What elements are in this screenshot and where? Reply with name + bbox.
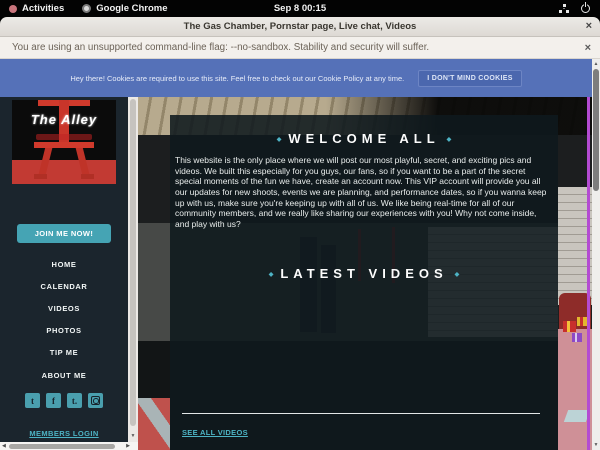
diamond-icon: ◆ [448,272,467,278]
sidebar-item-photos[interactable]: PHOTOS [0,320,128,342]
welcome-paragraph: This website is the only place where we … [175,155,552,229]
sidebar-item-about-me[interactable]: ABOUT ME [0,364,128,386]
site-logo[interactable]: The Alley [12,100,116,184]
window-titlebar[interactable]: The Gas Chamber, Pornstar page, Live cha… [0,17,600,37]
sidebar-item-home[interactable]: HOME [0,253,128,275]
logo-red-floor [12,160,116,184]
unsupported-flag-infobar: You are using an unsupported command-lin… [0,37,600,59]
sidebar-item-tip-me[interactable]: TIP ME [0,342,128,364]
instagram-icon[interactable] [88,393,103,408]
webpage: ◆WELCOME ALL◆ This website is the only p… [0,97,592,450]
activities-icon [9,5,17,13]
welcome-heading: ◆WELCOME ALL◆ [170,131,558,146]
activities-button[interactable]: Activities [0,0,73,17]
latest-videos-heading: ◆LATEST VIDEOS◆ [170,266,558,281]
browser-scroll-thumb[interactable] [593,69,599,191]
scroll-down-icon[interactable]: ▼ [128,433,138,439]
see-all-videos-link[interactable]: SEE ALL VIDEOS [182,428,248,437]
infobar-message: You are using an unsupported command-lin… [12,42,429,53]
app-menu-google-chrome[interactable]: Google Chrome [73,0,176,17]
desktop-screen: Activities Google Chrome Sep 8 00:15 The… [0,0,600,450]
sidebar-horizontal-scrollbar[interactable]: ◀ ▶ [0,442,138,450]
gift-icon [572,333,582,342]
cookie-message: Hey there! Cookies are required to use t… [70,74,404,83]
logo-frame-crossbar [34,142,94,148]
diamond-icon: ◆ [262,272,281,278]
activities-label: Activities [22,3,64,14]
network-icon[interactable] [559,4,569,13]
sidebar-item-calendar[interactable]: CALENDAR [0,275,128,297]
logo-frame-foot [81,174,94,179]
photo-left-floor [138,398,170,450]
sidebar-content: The Alley JOIN ME NOW! HOME CALENDAR VID… [0,97,128,442]
sidebar-vertical-scrollbar[interactable]: ▼ [128,97,138,442]
main-content-panel: ◆WELCOME ALL◆ This website is the only p… [170,115,558,450]
chrome-icon [82,4,91,13]
app-menu-label: Google Chrome [96,3,167,14]
instagram-camera-glyph [91,396,100,405]
sidebar-menu: HOME CALENDAR VIDEOS PHOTOS TIP ME ABOUT… [0,253,128,386]
tumblr-icon[interactable]: t. [67,393,82,408]
diamond-icon: ◆ [270,137,289,143]
accept-cookies-button[interactable]: I DON'T MIND COOKIES [418,70,521,87]
browser-scrollbar[interactable]: ▲ ▼ [592,59,600,450]
window-title: The Gas Chamber, Pornstar page, Live cha… [184,21,417,32]
cookie-banner: Hey there! Cookies are required to use t… [0,59,592,97]
scroll-left-icon[interactable]: ◀ [2,442,6,450]
logo-subtitle-mark [12,127,116,135]
logo-title-text: The Alley [12,112,116,127]
latest-videos-heading-text: LATEST VIDEOS [280,266,447,281]
section-divider [182,413,540,414]
welcome-heading-text: WELCOME ALL [288,131,439,146]
scroll-right-icon[interactable]: ▶ [126,442,130,450]
system-tray [559,4,600,13]
join-me-now-button[interactable]: JOIN ME NOW! [17,224,111,243]
browser-viewport: Hey there! Cookies are required to use t… [0,59,600,450]
sidebar: The Alley JOIN ME NOW! HOME CALENDAR VID… [0,97,138,450]
members-login-link[interactable]: MEMBERS LOGIN [0,429,128,438]
diamond-icon: ◆ [440,137,459,143]
sidebar-item-videos[interactable]: VIDEOS [0,297,128,319]
sidebar-vscroll-thumb[interactable] [130,99,136,426]
facebook-icon[interactable]: f [46,393,61,408]
scroll-down-icon[interactable]: ▼ [592,442,600,448]
power-icon[interactable] [581,4,590,13]
gnome-top-bar: Activities Google Chrome Sep 8 00:15 [0,0,600,17]
social-links: t f t. [0,393,128,408]
scroll-up-icon[interactable]: ▲ [592,61,600,67]
gift-icon [563,321,576,332]
logo-frame-foot [34,174,47,179]
twitter-icon[interactable]: t [25,393,40,408]
sidebar-hscroll-thumb[interactable] [9,444,115,449]
page-edge-line [587,97,590,450]
infobar-close-icon[interactable]: × [585,42,591,54]
window-close-icon[interactable]: × [586,20,592,32]
